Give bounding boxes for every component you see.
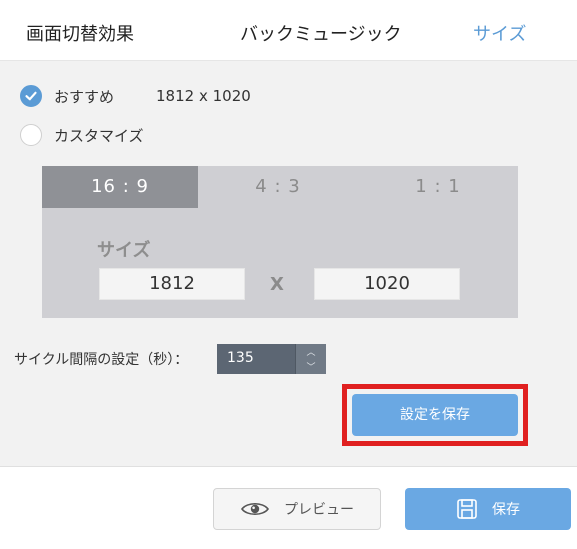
preview-label: プレビュー xyxy=(284,502,354,518)
size-heading: サイズ xyxy=(97,240,151,261)
dimension-separator: X xyxy=(270,274,284,295)
width-input[interactable]: 1812 xyxy=(99,268,245,300)
stepper-buttons: ︿ ﹀ xyxy=(295,344,326,374)
floppy-disk-icon xyxy=(457,499,477,519)
save-label: 保存 xyxy=(492,502,520,518)
ratio-16-9[interactable]: 16 : 9 xyxy=(42,166,198,208)
ratio-1-1[interactable]: 1 : 1 xyxy=(358,166,518,208)
save-button[interactable]: 保存 xyxy=(405,488,571,530)
cycle-interval-label: サイクル間隔の設定（秒）： xyxy=(14,352,189,368)
tab-transition-effects[interactable]: 画面切替効果 xyxy=(26,20,134,46)
cycle-interval-stepper[interactable]: 135 ︿ ﹀ xyxy=(217,344,326,374)
preview-button[interactable]: プレビュー xyxy=(213,488,381,530)
aspect-ratio-tabs: 16 : 9 4 : 3 1 : 1 xyxy=(42,166,518,208)
custom-label: カスタマイズ xyxy=(54,126,144,145)
recommended-option[interactable]: おすすめ 1812 x 1020 xyxy=(20,85,251,107)
eye-icon xyxy=(241,502,269,516)
custom-radio[interactable] xyxy=(20,124,42,146)
size-settings-panel: おすすめ 1812 x 1020 カスタマイズ 16 : 9 4 : 3 1 :… xyxy=(0,61,577,467)
stepper-down-icon[interactable]: ﹀ xyxy=(296,359,326,374)
tab-background-music[interactable]: バックミュージック xyxy=(240,20,402,46)
recommended-dimensions: 1812 x 1020 xyxy=(156,87,251,105)
tab-bar: 画面切替効果 バックミュージック サイズ xyxy=(0,0,577,61)
aspect-ratio-box: 16 : 9 4 : 3 1 : 1 サイズ 1812 X 1020 xyxy=(42,166,518,318)
custom-option[interactable]: カスタマイズ xyxy=(20,124,144,146)
tab-size[interactable]: サイズ xyxy=(473,20,526,46)
cycle-interval-value[interactable]: 135 xyxy=(227,350,254,366)
save-settings-button[interactable]: 設定を保存 xyxy=(352,394,518,436)
height-input[interactable]: 1020 xyxy=(314,268,460,300)
checkmark-icon xyxy=(25,91,37,101)
recommended-radio[interactable] xyxy=(20,85,42,107)
recommended-label: おすすめ xyxy=(54,87,115,106)
ratio-4-3[interactable]: 4 : 3 xyxy=(198,166,358,208)
stepper-up-icon[interactable]: ︿ xyxy=(296,344,326,359)
